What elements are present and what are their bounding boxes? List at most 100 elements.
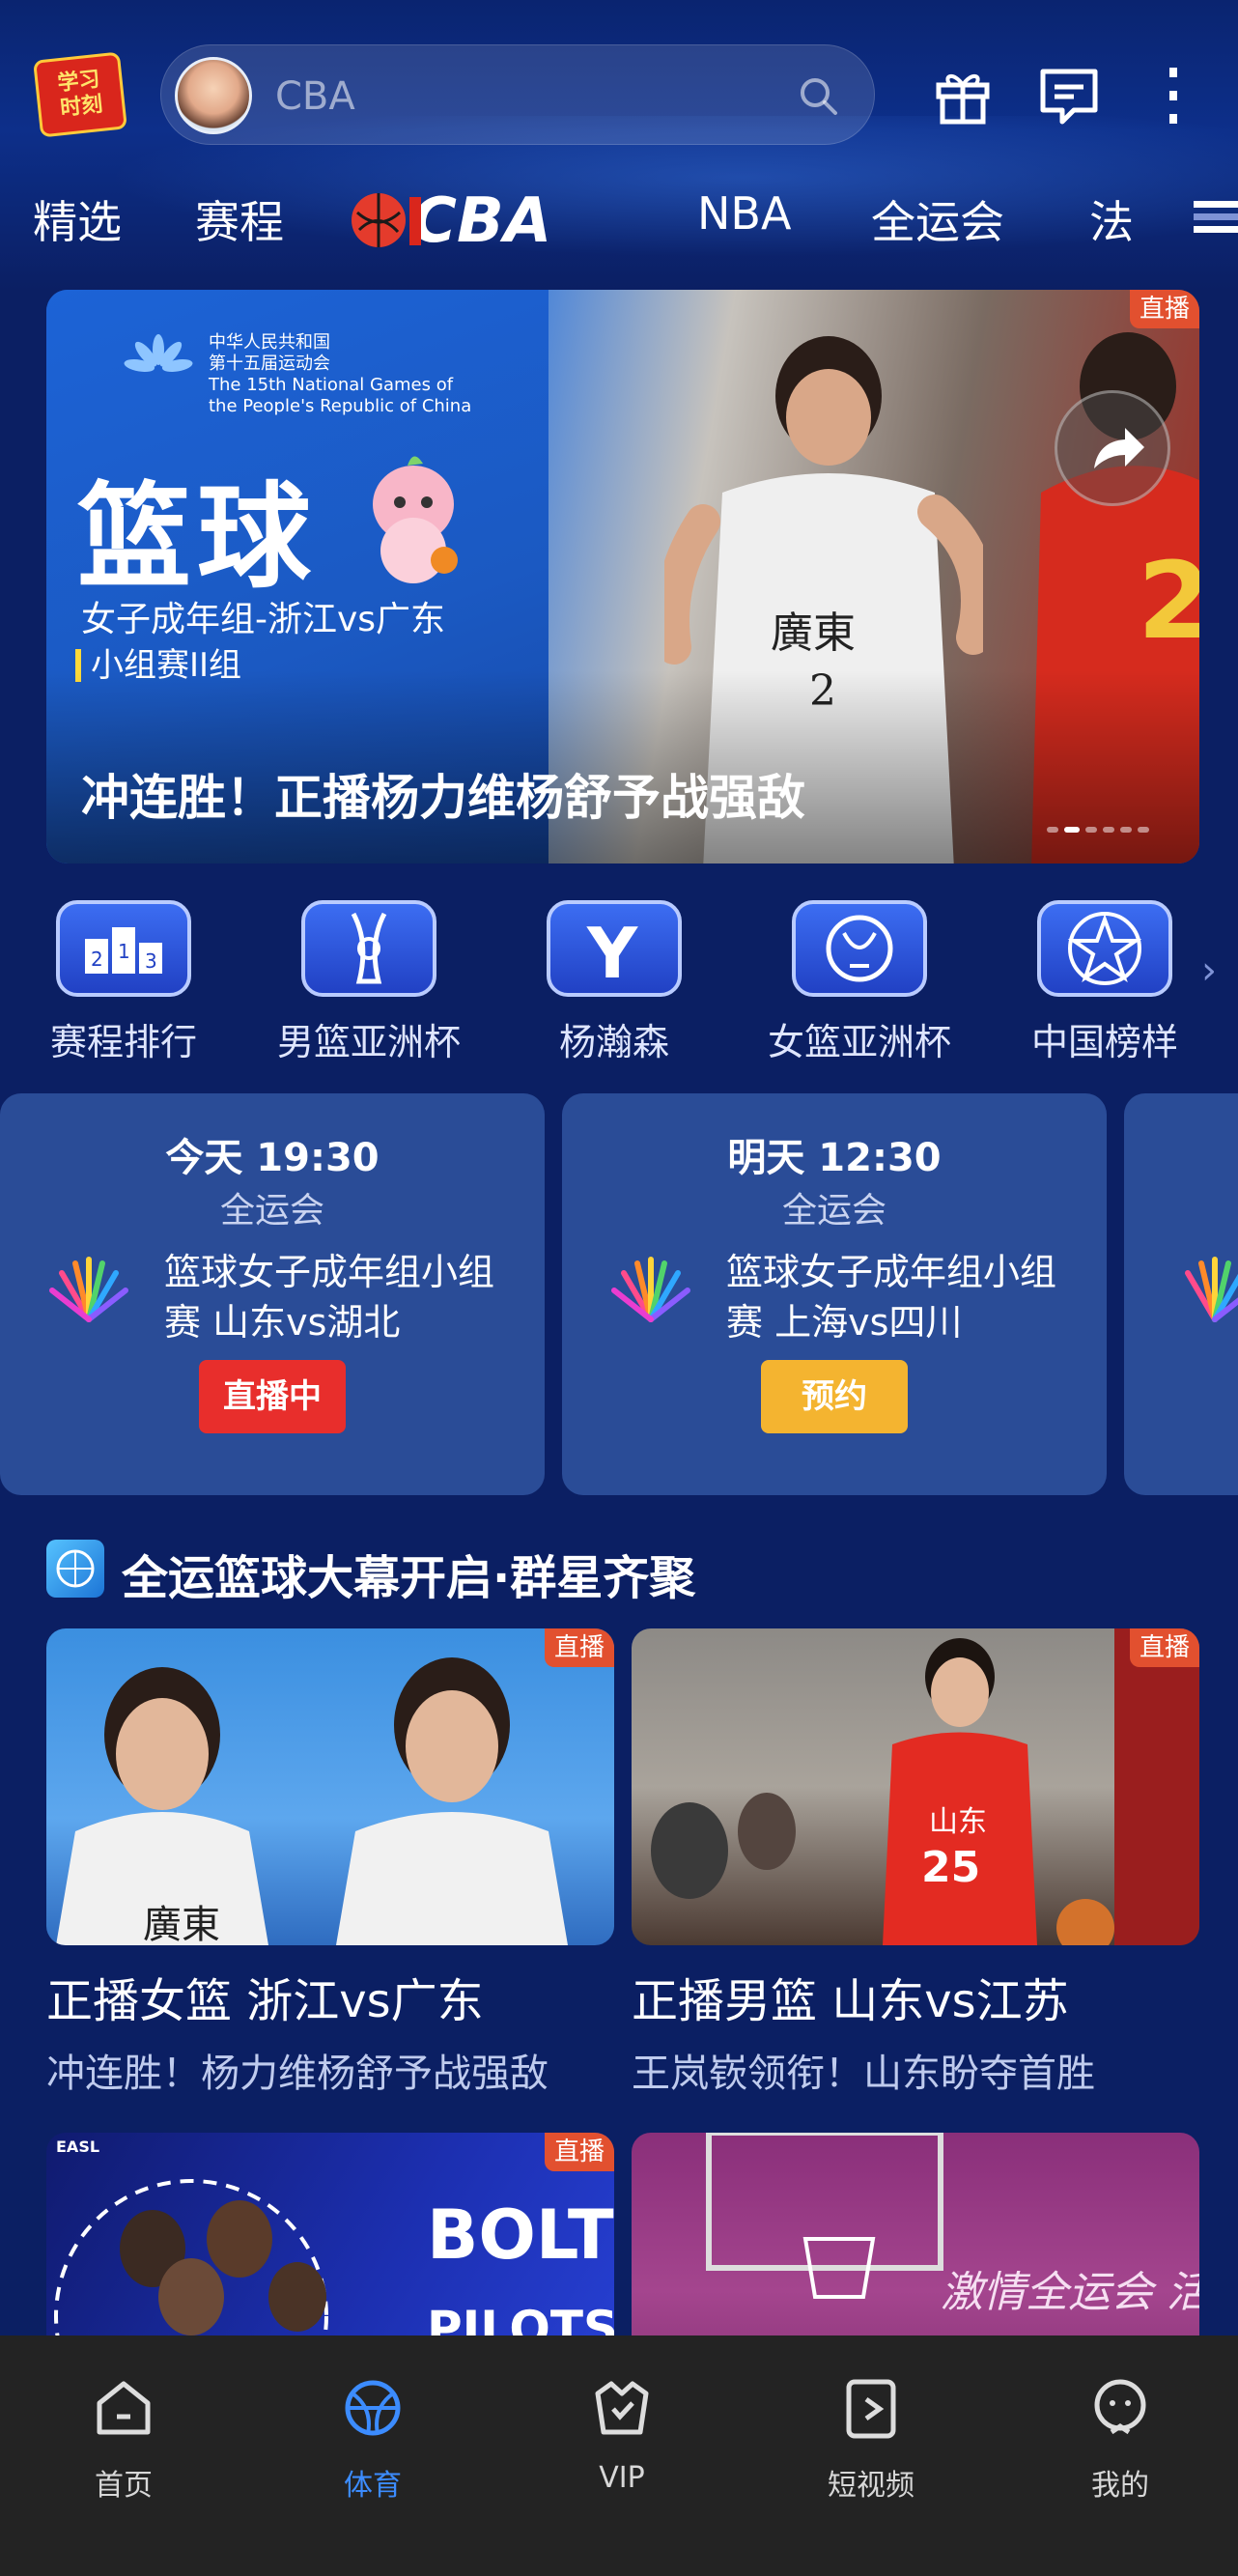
quick-link-label: 杨瀚森 xyxy=(558,1021,669,1063)
profile-icon xyxy=(1094,2379,1146,2435)
app-logo-line2: 时刻 xyxy=(59,92,104,122)
video-jersey-text: 山东 xyxy=(929,1805,987,1839)
gift-icon[interactable] xyxy=(929,62,997,129)
chevron-right-icon[interactable]: › xyxy=(1201,948,1217,993)
video-title: 正播男篮 山东vs江苏 xyxy=(632,1974,1069,2028)
message-icon[interactable] xyxy=(1035,62,1103,129)
share-button[interactable] xyxy=(1055,390,1170,506)
nav-short-video[interactable]: 短视频 xyxy=(774,2374,968,2504)
top-bar: 学习 时刻 CBA xyxy=(0,39,1238,155)
banner-subtitle: 女子成年组-浙江vs广东 xyxy=(81,600,446,639)
reserve-button[interactable]: 预约 xyxy=(761,1360,908,1433)
home-icon xyxy=(97,2381,151,2435)
search-icon[interactable] xyxy=(797,74,839,117)
search-bar[interactable]: CBA xyxy=(160,44,875,145)
video-thumbnail: 山东 25 直播 xyxy=(632,1628,1199,1945)
national-games-flower-icon xyxy=(611,1257,690,1322)
nav-label: 体育 xyxy=(344,2469,402,2503)
poster-tag: EASL xyxy=(56,2137,99,2156)
match-schedule-carousel: 今天 19:30 全运会 篮球女子成年组小组 赛 山东vs湖北 直播中 明天 1… xyxy=(0,1093,1238,1497)
short-video-icon xyxy=(846,2379,896,2439)
section-basketball-icon xyxy=(46,1540,104,1598)
channel-tabs: 精选 赛程 CBA NBA 全运会 法 xyxy=(0,174,1238,261)
tab-national-games[interactable]: 全运会 xyxy=(871,187,1004,251)
watch-live-button[interactable]: 直播中 xyxy=(199,1360,346,1433)
bottom-navigation: 首页 体育 VIP 短视频 我的 xyxy=(0,2335,1238,2576)
carousel-dot xyxy=(1047,827,1058,833)
nav-vip[interactable]: VIP xyxy=(525,2374,718,2495)
quick-link-label: 女篮亚洲杯 xyxy=(767,1021,951,1063)
tab-cba-label: CBA xyxy=(411,185,551,253)
quick-link-asia-cup-men[interactable]: 男篮亚洲杯 xyxy=(253,891,485,1065)
match-title: 篮球女子成年组小组 xyxy=(726,1251,1057,1293)
match-card[interactable] xyxy=(1124,1093,1238,1495)
svg-text:2: 2 xyxy=(91,948,103,971)
live-badge: 直播 xyxy=(544,1628,614,1667)
share-arrow-icon xyxy=(1094,428,1144,468)
tab-nba[interactable]: NBA xyxy=(697,187,791,240)
national-games-flower-icon xyxy=(49,1257,128,1322)
yang-hansen-icon: Y xyxy=(547,900,682,997)
banner-title: 冲连胜！正播杨力维杨舒予战强敌 xyxy=(81,770,805,826)
nav-home[interactable]: 首页 xyxy=(27,2374,220,2504)
carousel-dot xyxy=(1138,827,1149,833)
video-title: 正播女篮 浙江vs广东 xyxy=(46,1974,484,2028)
carousel-dot-active xyxy=(1064,827,1080,833)
svg-text:3: 3 xyxy=(145,949,157,973)
video-jersey-text: 廣東 xyxy=(143,1903,220,1945)
video-card[interactable]: 山东 25 直播 正播男篮 山东vs江苏 王岚嵚领衔！山东盼夺首胜 xyxy=(632,1628,1199,2098)
video-thumbnail: 廣東 直播 xyxy=(46,1628,614,1945)
nav-profile[interactable]: 我的 xyxy=(1024,2374,1217,2504)
match-title-line2: 赛 上海vs四川 xyxy=(726,1301,963,1344)
live-badge: 直播 xyxy=(1129,1628,1199,1667)
vip-icon xyxy=(595,2381,649,2435)
live-badge: 直播 xyxy=(1129,290,1199,328)
match-card[interactable]: 今天 19:30 全运会 篮球女子成年组小组 赛 山东vs湖北 直播中 xyxy=(0,1093,545,1495)
video-jersey-number: 25 xyxy=(921,1843,980,1892)
match-title: 篮球女子成年组小组 xyxy=(164,1251,495,1293)
quick-link-label: 赛程排行 xyxy=(49,1021,197,1063)
tab-schedule[interactable]: 赛程 xyxy=(195,187,284,251)
video-subtitle: 冲连胜！杨力维杨舒予战强敌 xyxy=(46,2052,549,2096)
video-card[interactable]: 廣東 直播 正播女篮 浙江vs广东 冲连胜！杨力维杨舒予战强敌 xyxy=(46,1628,614,2098)
tab-menu-icon[interactable] xyxy=(1194,197,1238,236)
match-time: 今天 19:30 xyxy=(165,1136,380,1180)
assistant-avatar[interactable] xyxy=(175,57,252,134)
tab-featured[interactable]: 精选 xyxy=(33,187,122,251)
player-jersey-text: 廣東 xyxy=(771,609,856,658)
app-logo[interactable]: 学习 时刻 xyxy=(33,51,127,138)
live-badge: 直播 xyxy=(544,2133,614,2171)
ranking-icon: 2 1 3 xyxy=(56,900,191,997)
national-games-text: 中华人民共和国 第十五届运动会 The 15th National Games … xyxy=(209,332,472,416)
svg-text:Y: Y xyxy=(586,913,638,993)
video-thumbnail-art: 廣東 xyxy=(56,1657,568,1945)
nav-sports[interactable]: 体育 xyxy=(276,2374,469,2504)
quick-link-label: 男篮亚洲杯 xyxy=(276,1021,461,1063)
asia-cup-women-icon xyxy=(792,900,927,997)
national-games-flower-icon xyxy=(1185,1257,1238,1322)
match-competition: 全运会 xyxy=(781,1191,886,1231)
section-title: 全运篮球大幕开启·群星齐聚 xyxy=(122,1551,696,1605)
video-subtitle: 王岚嵚领衔！山东盼夺首胜 xyxy=(632,2052,1095,2096)
mascot-icon xyxy=(373,456,458,583)
tab-france[interactable]: 法 xyxy=(1089,187,1134,251)
svg-text:1: 1 xyxy=(118,940,130,963)
search-placeholder: CBA xyxy=(275,74,355,119)
match-competition: 全运会 xyxy=(219,1191,324,1231)
match-card[interactable]: 明天 12:30 全运会 篮球女子成年组小组 赛 上海vs四川 预约 xyxy=(562,1093,1107,1495)
carousel-dot xyxy=(1103,827,1114,833)
more-vertical-icon[interactable] xyxy=(1140,62,1207,129)
nav-label: 短视频 xyxy=(828,2469,914,2503)
quick-link-asia-cup-women[interactable]: 女篮亚洲杯 xyxy=(744,891,975,1065)
video-thumbnail-art: 山东 25 xyxy=(651,1628,1199,1945)
svg-text:2: 2 xyxy=(1138,539,1199,663)
nav-label: VIP xyxy=(599,2461,645,2495)
nav-label: 我的 xyxy=(1091,2469,1149,2503)
hero-banner[interactable]: 中华人民共和国 第十五届运动会 The 15th National Games … xyxy=(46,290,1199,863)
quick-link-china-star[interactable]: 中国榜样 xyxy=(989,891,1221,1065)
quick-link-yang-hansen[interactable]: Y 杨瀚森 xyxy=(498,891,730,1065)
carousel-dot xyxy=(1085,827,1097,833)
tab-cba-logo[interactable]: CBA xyxy=(350,184,635,253)
quick-links: 2 1 3 赛程排行 男篮亚洲杯 Y 杨瀚森 女篮亚洲杯 中国榜样 › xyxy=(0,891,1238,1064)
quick-link-schedule-ranking[interactable]: 2 1 3 赛程排行 xyxy=(8,891,239,1065)
